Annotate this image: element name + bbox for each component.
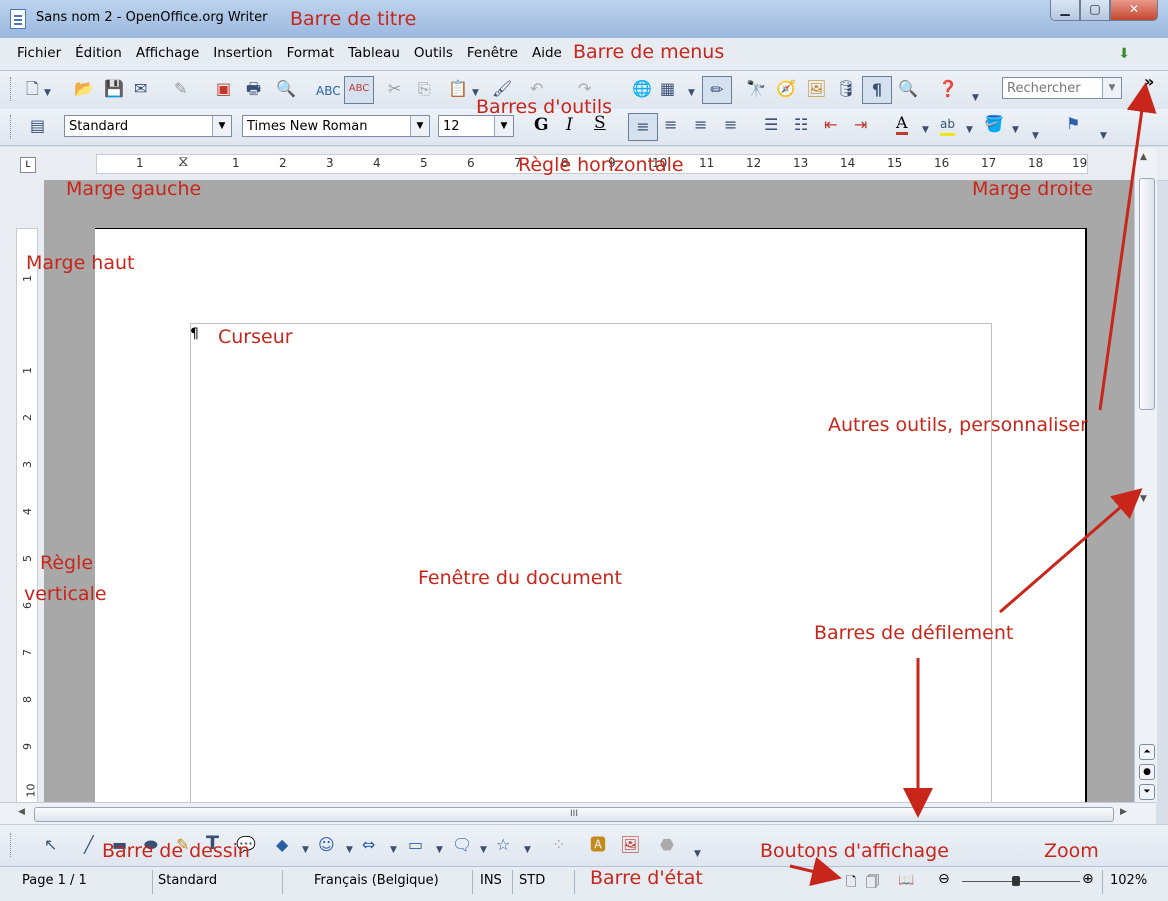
arrow-vscroll — [999, 488, 1143, 614]
writer-window: Sans nom 2 - OpenOffice.org Writer ▁ ▢ ✕… — [0, 0, 1168, 901]
arrow-view-buttons — [789, 856, 842, 887]
annotation-arrows — [789, 82, 1157, 887]
arrow-more-tools — [1098, 82, 1157, 411]
